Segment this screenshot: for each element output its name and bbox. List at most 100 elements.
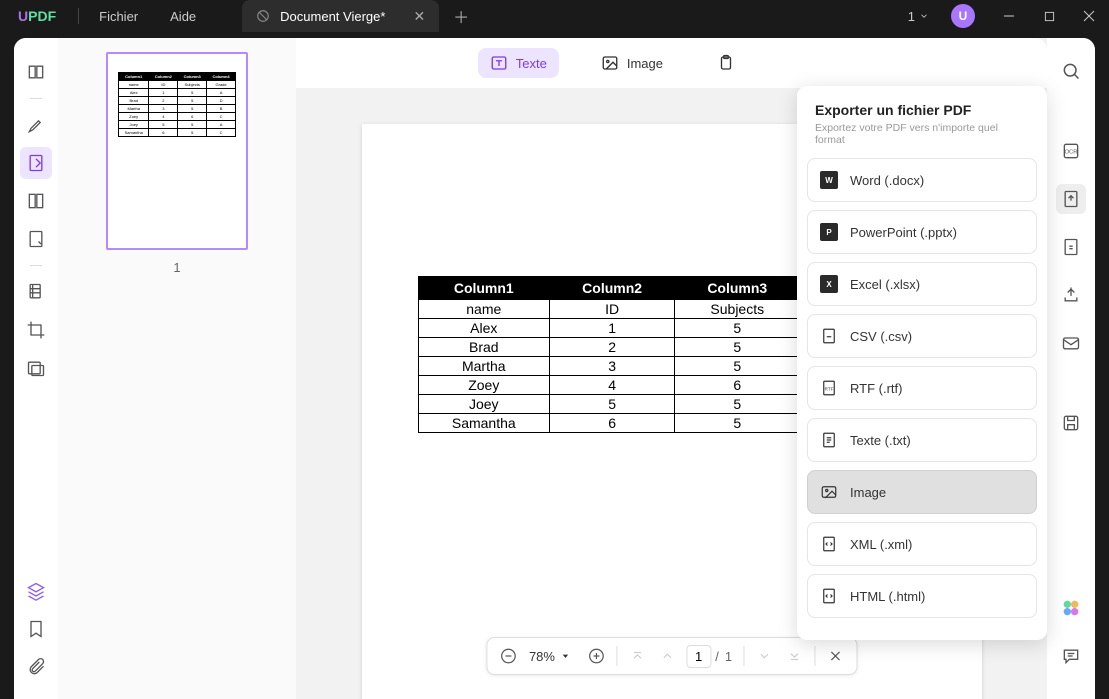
export-option[interactable]: CSV (.csv) (807, 314, 1037, 358)
file-type-icon (820, 535, 838, 553)
file-type-icon: W (820, 171, 838, 189)
attachment-tool[interactable] (20, 651, 52, 683)
highlighter-tool[interactable] (20, 109, 52, 141)
window-count[interactable]: 1 (900, 9, 937, 24)
document-icon (256, 9, 270, 23)
comment-button[interactable] (1056, 641, 1086, 671)
layers-tool[interactable] (20, 575, 52, 607)
export-option-label: HTML (.html) (850, 589, 925, 604)
zoom-percent-dropdown[interactable]: 78% (523, 649, 581, 664)
export-option[interactable]: RTF RTF (.rtf) (807, 366, 1037, 410)
bookmark-tool[interactable] (20, 613, 52, 645)
text-tool-label: Texte (516, 56, 547, 71)
export-option[interactable]: HTML (.html) (807, 574, 1037, 618)
reader-tool[interactable] (20, 56, 52, 88)
export-option-label: Excel (.xlsx) (850, 277, 920, 292)
export-option-label: CSV (.csv) (850, 329, 912, 344)
export-option[interactable]: X Excel (.xlsx) (807, 262, 1037, 306)
watermark-tool[interactable] (20, 352, 52, 384)
menu-file[interactable]: Fichier (83, 9, 154, 24)
export-option-label: Image (850, 485, 886, 500)
tab-title: Document Vierge* (280, 9, 385, 24)
text-tool[interactable]: Texte (478, 48, 559, 78)
svg-text:OCR: OCR (1065, 150, 1078, 156)
export-panel: Exporter un fichier PDF Exportez votre P… (797, 86, 1047, 640)
edit-tool[interactable] (20, 147, 52, 179)
separator (743, 646, 744, 666)
more-tool[interactable] (705, 48, 747, 78)
file-type-icon: P (820, 223, 838, 241)
export-option-label: PowerPoint (.pptx) (850, 225, 957, 240)
export-option[interactable]: W Word (.docx) (807, 158, 1037, 202)
page-input[interactable]: 1 (686, 645, 711, 668)
new-tab-button[interactable]: ＋ (439, 4, 483, 28)
ai-button[interactable] (1056, 593, 1086, 623)
tab-close-icon[interactable]: ✕ (413, 8, 425, 25)
file-type-icon: X (820, 275, 838, 293)
divider (78, 8, 79, 24)
title-bar: UPDF Fichier Aide Document Vierge* ✕ ＋ 1… (0, 0, 1109, 32)
zoom-out-button[interactable] (493, 641, 523, 671)
file-type-icon (820, 483, 838, 501)
ocr-button[interactable]: OCR (1056, 136, 1086, 166)
dropdown-icon (561, 652, 569, 660)
export-option[interactable]: P PowerPoint (.pptx) (807, 210, 1037, 254)
file-type-icon (820, 587, 838, 605)
page-total: 1 (719, 649, 738, 664)
document-toolbar: Texte Image (296, 38, 1047, 88)
clipboard-icon (717, 54, 735, 72)
zoom-in-button[interactable] (581, 641, 611, 671)
ai-icon (1060, 597, 1082, 619)
first-page-button[interactable] (622, 641, 652, 671)
save-button[interactable] (1056, 408, 1086, 438)
app-body: Column1Column2Column3Column4nameIDSubjec… (14, 38, 1095, 699)
last-page-button[interactable] (779, 641, 809, 671)
compress-button[interactable] (1056, 232, 1086, 262)
page-thumbnail[interactable]: Column1Column2Column3Column4nameIDSubjec… (106, 52, 248, 250)
text-icon (490, 54, 508, 72)
maximize-button[interactable] (1029, 0, 1069, 32)
thumbnail-panel: Column1Column2Column3Column4nameIDSubjec… (58, 38, 296, 699)
separator (616, 646, 617, 666)
redact-tool[interactable] (20, 276, 52, 308)
right-toolbar: OCR (1047, 38, 1095, 699)
document-tab[interactable]: Document Vierge* ✕ (242, 0, 439, 32)
file-type-icon: RTF (820, 379, 838, 397)
form-tool[interactable] (20, 223, 52, 255)
prev-page-button[interactable] (652, 641, 682, 671)
thumbnail-page-number: 1 (173, 260, 180, 275)
tab-area: Document Vierge* ✕ ＋ (242, 0, 483, 32)
export-title: Exporter un fichier PDF (807, 102, 1037, 122)
export-button[interactable] (1056, 184, 1086, 214)
image-tool[interactable]: Image (589, 48, 675, 78)
zoom-toolbar: 78% 1 / 1 (486, 637, 857, 675)
menu-help[interactable]: Aide (154, 9, 212, 24)
app-logo: UPDF (0, 8, 74, 24)
separator (30, 98, 42, 99)
close-zoom-button[interactable] (820, 641, 850, 671)
close-window-button[interactable] (1069, 0, 1109, 32)
export-option-label: Texte (.txt) (850, 433, 911, 448)
pages-tool[interactable] (20, 185, 52, 217)
export-option[interactable]: Image (807, 470, 1037, 514)
export-subtitle: Exportez votre PDF vers n'importe quel f… (807, 122, 1037, 158)
export-option-label: RTF (.rtf) (850, 381, 902, 396)
left-toolbar (14, 38, 58, 699)
file-type-icon (820, 327, 838, 345)
share-button[interactable] (1056, 280, 1086, 310)
chevron-down-icon (919, 11, 929, 21)
file-type-icon (820, 431, 838, 449)
export-option-label: XML (.xml) (850, 537, 912, 552)
image-tool-label: Image (627, 56, 663, 71)
user-avatar[interactable]: U (951, 4, 975, 28)
crop-tool[interactable] (20, 314, 52, 346)
minimize-button[interactable] (989, 0, 1029, 32)
export-option[interactable]: Texte (.txt) (807, 418, 1037, 462)
image-icon (601, 54, 619, 72)
export-option-label: Word (.docx) (850, 173, 924, 188)
separator (30, 265, 42, 266)
next-page-button[interactable] (749, 641, 779, 671)
search-button[interactable] (1056, 56, 1086, 86)
email-button[interactable] (1056, 328, 1086, 358)
export-option[interactable]: XML (.xml) (807, 522, 1037, 566)
